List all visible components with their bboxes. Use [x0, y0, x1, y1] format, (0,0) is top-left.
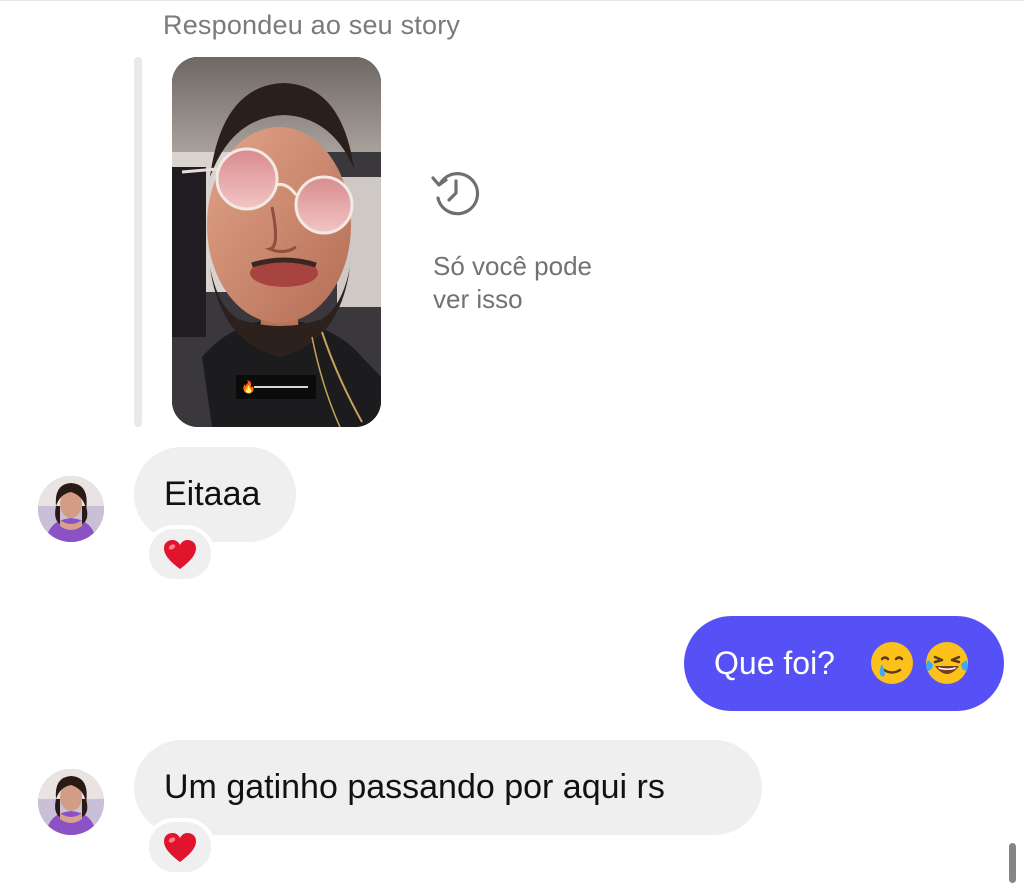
story-quote-bar: [134, 57, 142, 427]
heart-reaction-badge[interactable]: [145, 818, 215, 876]
message-text: Que foi?: [714, 645, 835, 681]
contact-avatar[interactable]: [38, 476, 104, 542]
smiling-tear-emoji-icon: [869, 640, 915, 686]
tears-of-joy-emoji-icon: [924, 640, 970, 686]
story-reply-context: Respondeu ao seu story: [163, 10, 461, 40]
incoming-message-bubble[interactable]: Eitaaa: [134, 447, 296, 542]
message-text: Eitaaa: [164, 475, 261, 513]
outgoing-message-bubble[interactable]: Que foi?: [684, 616, 1004, 711]
scroll-indicator[interactable]: [1009, 843, 1016, 883]
story-sticker: 🔥: [236, 375, 316, 399]
sticker-line: [254, 386, 308, 388]
heart-reaction-badge[interactable]: [145, 525, 215, 583]
message-text: Um gatinho passando por aqui rs: [164, 768, 665, 806]
avatar-photo: [38, 476, 104, 542]
avatar-photo: [38, 769, 104, 835]
chat-thread: Respondeu ao seu story 🔥 Só você pode ve…: [0, 0, 1024, 884]
heart-reaction-icon: [164, 540, 196, 569]
contact-avatar[interactable]: [38, 769, 104, 835]
history-clock-icon: [430, 168, 482, 216]
expired-story-note: Só você pode ver isso: [433, 250, 653, 316]
story-preview-thumbnail[interactable]: 🔥: [172, 57, 381, 427]
expired-note-line2: ver isso: [433, 284, 523, 314]
incoming-message-bubble[interactable]: Um gatinho passando por aqui rs: [134, 740, 762, 835]
story-photo: [172, 57, 381, 427]
heart-reaction-icon: [164, 833, 196, 862]
expired-note-line1: Só você pode: [433, 251, 593, 281]
top-divider: [0, 0, 1024, 1]
